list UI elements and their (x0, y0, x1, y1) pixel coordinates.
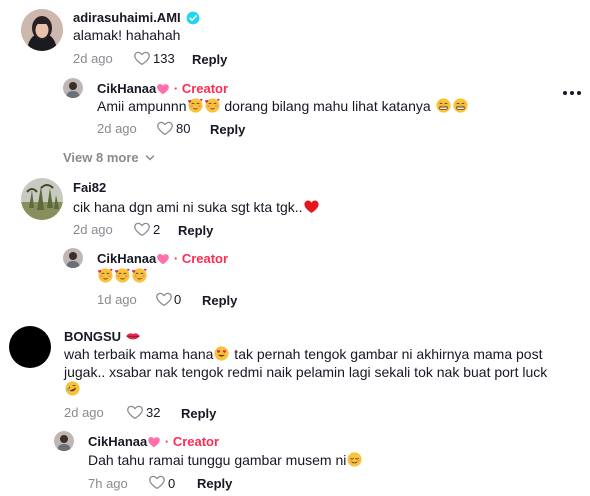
pink-heart-icon (147, 435, 161, 449)
like-count: 0 (174, 292, 182, 307)
reply-time: 1d ago (97, 292, 137, 307)
reply-username[interactable]: CikHanaa · Creator (88, 434, 219, 449)
avatar[interactable] (63, 248, 83, 268)
lips-icon (125, 328, 141, 344)
comment-time: 2d ago (73, 222, 113, 237)
like-button[interactable] (126, 403, 144, 426)
comment-text: cik hana dgn ami ni suka sgt kta tgk.. (73, 197, 320, 217)
smiling-face-with-hearts-icon (204, 97, 221, 114)
reply-time: 2d ago (97, 121, 137, 136)
reply-button[interactable]: Reply (210, 122, 245, 137)
username-text[interactable]: CikHanaa (88, 434, 147, 449)
comment-time: 2d ago (64, 405, 104, 420)
username-text[interactable]: BONGSU (64, 329, 121, 344)
comment-text-part: cik hana dgn ami ni suka sgt kta tgk.. (73, 199, 303, 215)
username-text[interactable]: CikHanaa (97, 81, 156, 96)
comment-time: 2d ago (73, 51, 113, 66)
like-count: 80 (176, 121, 191, 136)
like-count: 133 (153, 51, 175, 66)
view-more-replies-button[interactable]: View 8 more (63, 150, 155, 165)
more-options-icon[interactable] (562, 84, 582, 95)
heart-eyes-icon (213, 345, 230, 362)
comment-text-line: jugak.. xsabar nak tengok redmi naik pel… (64, 364, 548, 380)
like-button[interactable] (133, 49, 151, 72)
like-count: 32 (146, 405, 161, 420)
creator-badge: · Creator (173, 251, 229, 266)
reply-text-part: Dah tahu ramai tunggu gambar musem ni (88, 452, 347, 468)
smiling-face-with-hearts-icon (131, 267, 148, 284)
reply-time: 7h ago (88, 476, 128, 491)
heart-outline-icon[interactable] (126, 403, 144, 421)
like-button[interactable] (133, 220, 151, 243)
grimacing-face-icon (435, 97, 452, 114)
creator-badge: · Creator (173, 81, 229, 96)
reply-text-part: Amii ampunnn (97, 98, 187, 114)
reply-button[interactable]: Reply (202, 293, 237, 308)
heart-outline-icon[interactable] (133, 49, 151, 67)
heart-outline-icon[interactable] (148, 473, 166, 491)
heart-outline-icon[interactable] (155, 290, 173, 308)
avatar[interactable] (21, 178, 63, 220)
red-heart-icon (303, 198, 320, 215)
comment-text-emoji (64, 380, 81, 399)
comment-username[interactable]: Fai82 (73, 180, 106, 195)
reply-username[interactable]: CikHanaa · Creator (97, 81, 228, 96)
like-count: 2 (153, 222, 161, 237)
creator-badge: · Creator (164, 434, 220, 449)
avatar[interactable] (63, 78, 83, 98)
heart-outline-icon[interactable] (156, 119, 174, 137)
comment-text-part: wah terbaik mama hana (64, 346, 214, 362)
relieved-face-icon (346, 451, 363, 468)
avatar[interactable] (21, 9, 63, 51)
comment-text: alamak! hahahah (73, 27, 181, 43)
rolling-on-floor-laughing-icon (64, 380, 81, 397)
like-count: 0 (168, 476, 176, 491)
smiling-face-with-hearts-icon (97, 267, 114, 284)
smiling-face-with-hearts-icon (187, 97, 204, 114)
like-button[interactable] (148, 473, 166, 496)
reply-text: Dah tahu ramai tunggu gambar musem ni (88, 450, 363, 470)
avatar[interactable] (54, 431, 74, 451)
reply-username[interactable]: CikHanaa · Creator (97, 251, 228, 266)
verified-badge-icon (186, 11, 200, 28)
reply-text (97, 267, 148, 286)
comment-text: wah terbaik mama hana tak pernah tengok … (64, 344, 542, 364)
view-more-label[interactable]: View 8 more (63, 150, 139, 165)
chevron-down-icon (146, 155, 155, 161)
reply-text: Amii ampunnn dorang bilang mahu lihat ka… (97, 96, 469, 116)
reply-button[interactable]: Reply (181, 406, 216, 421)
comment-username[interactable]: BONGSU (64, 328, 141, 344)
grimacing-face-icon (452, 97, 469, 114)
pink-heart-icon (156, 252, 170, 266)
heart-outline-icon[interactable] (133, 220, 151, 238)
username-text[interactable]: adirasuhaimi.AMI (73, 10, 181, 25)
avatar[interactable] (9, 326, 51, 368)
reply-text-part: dorang bilang mahu lihat katanya (220, 98, 431, 114)
reply-button[interactable]: Reply (197, 476, 232, 491)
reply-button[interactable]: Reply (192, 52, 227, 67)
username-text[interactable]: CikHanaa (97, 251, 156, 266)
comment-text-part: tak pernah tengok gambar ni akhirnya mam… (230, 346, 543, 362)
like-button[interactable] (155, 290, 173, 313)
pink-heart-icon (156, 82, 170, 96)
like-button[interactable] (156, 119, 174, 142)
reply-button[interactable]: Reply (178, 223, 213, 238)
smiling-face-with-hearts-icon (114, 267, 131, 284)
